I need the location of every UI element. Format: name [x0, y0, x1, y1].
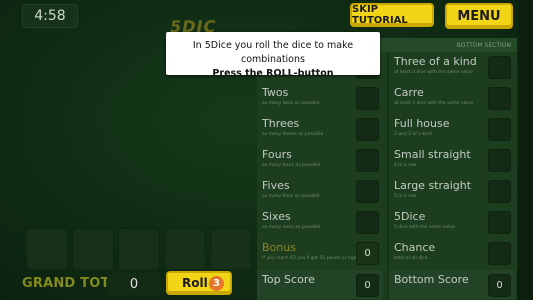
score-row-desc: as many sixes as possible — [262, 225, 321, 230]
score-row-fours[interactable]: Fours as many fours as possible — [257, 145, 383, 174]
score-row-desc: as many threes as possible — [262, 132, 324, 137]
score-row-twos[interactable]: Twos as many twos as possible — [257, 83, 383, 112]
score-row-desc: at least 4 dice with the same value — [394, 101, 474, 106]
score-box[interactable] — [356, 118, 379, 141]
score-box[interactable] — [488, 242, 511, 265]
score-row-label: Sixes — [262, 210, 291, 223]
score-row-label: Three of a kind — [394, 55, 477, 68]
score-row-fives[interactable]: Fives as many fives as possible — [257, 176, 383, 205]
score-row-label: Bottom Score — [394, 273, 469, 286]
score-row-label: Large straight — [394, 179, 472, 192]
roll-button[interactable]: Roll 3 — [166, 271, 232, 295]
score-row-desc: 5 dice with the same value — [394, 225, 455, 230]
score-row-label: Carre — [394, 86, 424, 99]
score-row-label: Full house — [394, 117, 450, 130]
score-box: 0 — [488, 274, 511, 297]
die-slot-5[interactable] — [210, 228, 252, 270]
score-box[interactable] — [488, 56, 511, 79]
die-slot-4[interactable] — [164, 228, 206, 270]
score-box: 0 — [356, 274, 379, 297]
roll-button-label: Roll — [182, 276, 208, 290]
score-row-large-straight[interactable]: Large straight 5 in a row — [389, 176, 515, 205]
score-box[interactable] — [488, 180, 511, 203]
score-box[interactable] — [488, 149, 511, 172]
score-box[interactable] — [488, 87, 511, 110]
score-box[interactable] — [356, 180, 379, 203]
grand-total-value: 0 — [107, 273, 161, 295]
game-timer: 4:58 — [22, 4, 78, 28]
score-row-label: Fives — [262, 179, 290, 192]
score-row-desc: 4 in a row — [394, 163, 417, 168]
score-row-label: Bonus — [262, 241, 296, 254]
score-row-threes[interactable]: Threes as many threes as possible — [257, 114, 383, 143]
score-row-chance[interactable]: Chance total of all dice — [389, 238, 515, 267]
score-row-label: Twos — [262, 86, 289, 99]
side-border — [519, 0, 533, 300]
score-box: 0 — [356, 242, 379, 265]
score-row-label: Threes — [262, 117, 300, 130]
score-row-sixes[interactable]: Sixes as many sixes as possible — [257, 207, 383, 236]
score-box[interactable] — [488, 211, 511, 234]
score-row-desc: 3 and 2 of a kind — [394, 132, 433, 137]
score-row-three-of-a-kind[interactable]: Three of a kind at least 3 dice with the… — [389, 52, 515, 81]
score-row-bottom-score: Bottom Score 0 — [389, 270, 515, 299]
score-row-label: Fours — [262, 148, 292, 161]
score-row-desc: at least 3 dice with the same value — [394, 70, 474, 75]
score-row-desc: total of all dice — [394, 256, 428, 261]
rolls-remaining-badge: 3 — [209, 276, 224, 291]
skip-tutorial-button[interactable]: SKIP TUTORIAL — [350, 3, 434, 27]
tutorial-tooltip: In 5Dice you roll the dice to make combi… — [166, 32, 380, 79]
score-box[interactable] — [356, 149, 379, 172]
score-box[interactable] — [356, 87, 379, 110]
score-row-label: Top Score — [262, 273, 315, 286]
score-box[interactable] — [356, 211, 379, 234]
score-box[interactable] — [488, 118, 511, 141]
score-row-desc: as many twos as possible — [262, 101, 320, 106]
score-row-bonus: Bonus If you reach 63 you'll get 35 poin… — [257, 238, 383, 267]
die-slot-2[interactable] — [72, 228, 114, 270]
tooltip-line-1: In 5Dice you roll the dice to make combi… — [192, 40, 354, 65]
score-row-carre[interactable]: Carre at least 4 dice with the same valu… — [389, 83, 515, 112]
bottom-section-header: BOTTOM SECTION — [456, 42, 511, 49]
score-row-label: Small straight — [394, 148, 471, 161]
score-row-5dice[interactable]: 5Dice 5 dice with the same value — [389, 207, 515, 236]
score-row-small-straight[interactable]: Small straight 4 in a row — [389, 145, 515, 174]
die-slot-1[interactable] — [26, 228, 68, 270]
score-row-desc: If you reach 63 you'll get 35 points or … — [262, 256, 363, 261]
tooltip-line-2: Press the ROLL-button — [212, 68, 334, 79]
score-row-full-house[interactable]: Full house 3 and 2 of a kind — [389, 114, 515, 143]
score-row-label: 5Dice — [394, 210, 426, 223]
score-row-label: Chance — [394, 241, 436, 254]
menu-button[interactable]: MENU — [445, 3, 513, 29]
score-row-desc: 5 in a row — [394, 194, 417, 199]
score-row-top-score: Top Score 0 — [257, 270, 383, 299]
die-slot-3[interactable] — [118, 228, 160, 270]
score-row-desc: as many fives as possible — [262, 194, 320, 199]
score-row-desc: as many fours as possible — [262, 163, 321, 168]
